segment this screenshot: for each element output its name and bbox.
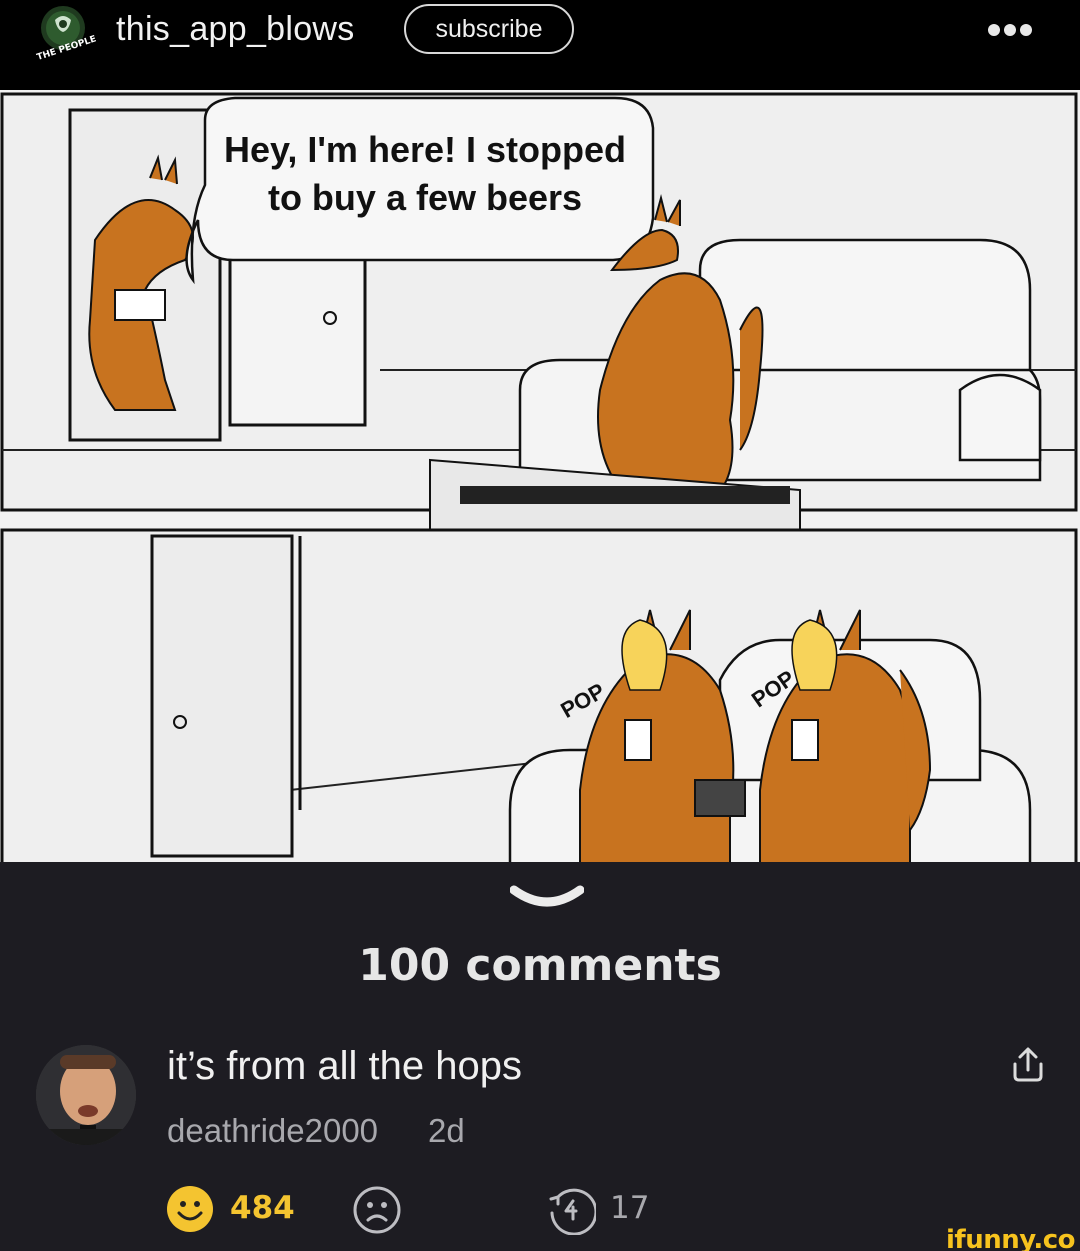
channel-avatar[interactable]: THE PEOPLE [30,4,98,63]
comment-text: it’s from all the hops [167,1044,522,1088]
more-options-icon[interactable] [988,20,1038,40]
post-header: THE PEOPLE this_app_blows subscribe [0,0,1080,90]
collapse-chevron-icon[interactable] [509,880,585,916]
smile-count: 484 [230,1190,295,1226]
channel-name[interactable]: this_app_blows [116,10,355,49]
subscribe-button[interactable]: subscribe [404,4,574,54]
reply-icon[interactable] [546,1185,598,1236]
smile-icon[interactable] [166,1185,214,1233]
post-image[interactable]: Hey, I'm here! I stopped to buy a few be… [0,90,1080,862]
speech-bubble: Hey, I'm here! I stopped to buy a few be… [185,96,655,285]
unsmile-icon[interactable] [352,1185,402,1235]
speech-line-1: Hey, I'm here! I stopped [224,129,626,170]
commenter-avatar[interactable] [36,1045,136,1145]
reply-count: 17 [610,1190,650,1226]
share-icon[interactable] [1010,1046,1046,1084]
speech-line-2: to buy a few beers [268,177,582,218]
comments-count: 100 comments [358,940,722,991]
comment-timestamp: 2d [428,1112,465,1149]
comment-username[interactable]: deathride2000 [167,1112,378,1150]
ifunny-watermark: ifunny.co [946,1225,1075,1251]
